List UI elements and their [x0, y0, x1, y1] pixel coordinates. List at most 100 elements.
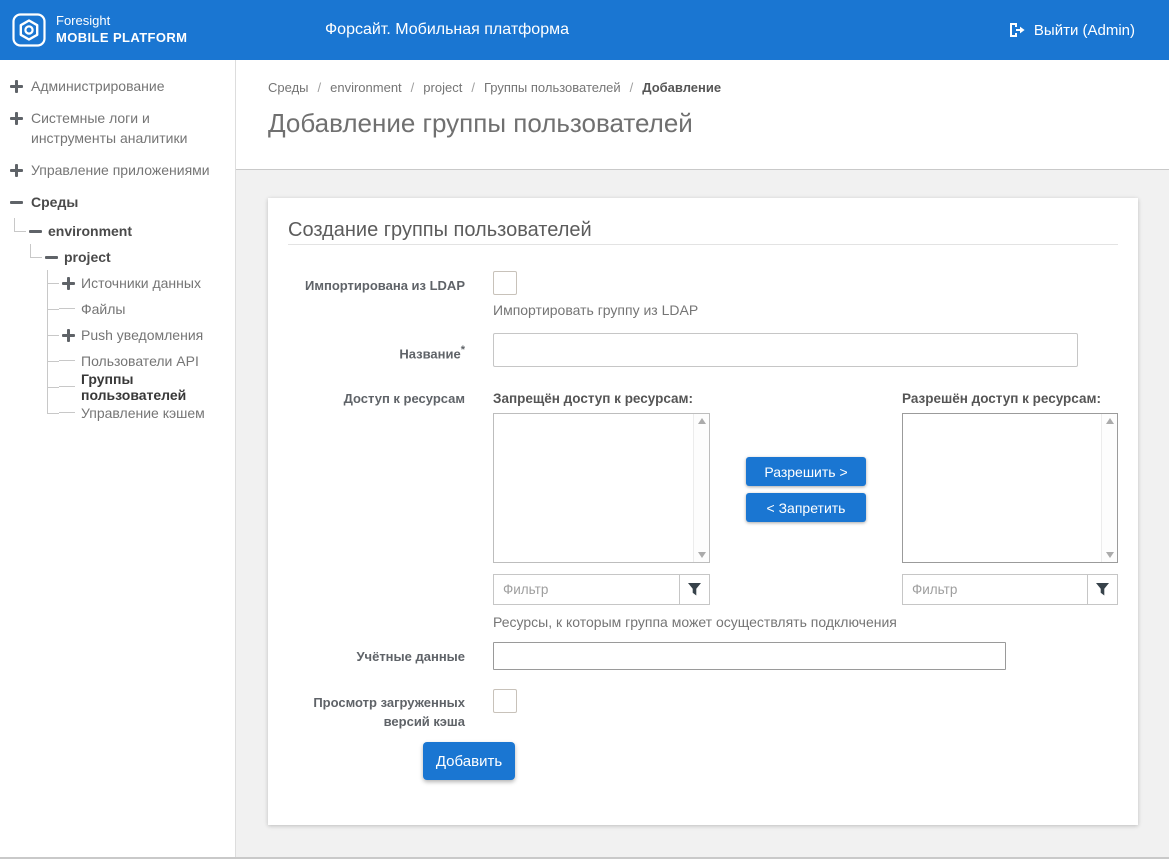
scroll-up-icon[interactable] — [1106, 418, 1114, 424]
collapse-minus-icon[interactable] — [45, 251, 58, 264]
tree-connector — [47, 270, 59, 296]
name-label: Название* — [288, 333, 465, 367]
collapse-minus-icon[interactable] — [10, 196, 23, 209]
sidebar-item-app-management[interactable]: Управление приложениями — [0, 154, 235, 186]
resource-access-helper: Ресурсы, к которым группа может осуществ… — [493, 614, 1118, 630]
tree-connector-line — [59, 400, 75, 426]
resource-access-label: Доступ к ресурсам — [288, 390, 465, 630]
deny-button[interactable]: < Запретить — [746, 493, 866, 522]
sidebar-item-environment[interactable]: environment — [0, 218, 235, 244]
expand-plus-icon[interactable] — [10, 80, 23, 93]
sidebar-item-environments[interactable]: Среды — [0, 186, 235, 218]
required-asterisk: * — [461, 344, 465, 356]
sidebar-item-system-logs[interactable]: Системные логи и инструменты аналитики — [0, 102, 235, 154]
tree-connector — [47, 296, 59, 322]
cache-view-label: Просмотр загруженных версий кэша — [288, 689, 465, 731]
sidebar-item-label: Системные логи и инструменты аналитики — [31, 108, 225, 148]
sidebar-item-label: Источники данных — [81, 275, 201, 291]
scroll-up-icon[interactable] — [698, 418, 706, 424]
allowed-resources-column: Разрешён доступ к ресурсам: — [902, 390, 1118, 605]
breadcrumb-separator: / — [630, 80, 634, 95]
sidebar-item-label: Управление кэшем — [81, 405, 205, 421]
tree-connector — [47, 374, 59, 400]
expand-plus-icon[interactable] — [62, 329, 75, 342]
page-title: Добавление группы пользователей — [268, 108, 1169, 139]
sidebar-item-label: project — [64, 249, 111, 265]
expand-plus-icon[interactable] — [10, 112, 23, 125]
expand-plus-icon[interactable] — [62, 277, 75, 290]
breadcrumb-item: Добавление — [642, 80, 721, 95]
denied-filter-button[interactable] — [679, 574, 710, 605]
scroll-down-icon[interactable] — [1106, 552, 1114, 558]
tree-connector-line — [59, 296, 75, 322]
credentials-label: Учётные данные — [288, 642, 465, 670]
app-window: Foresight MOBILE PLATFORM Форсайт. Мобил… — [0, 0, 1169, 859]
sidebar-item-label: Среды — [31, 192, 78, 212]
scroll-down-icon[interactable] — [698, 552, 706, 558]
sidebar-item-files[interactable]: Файлы — [0, 296, 235, 322]
tree-connector — [14, 218, 26, 244]
allowed-resources-list[interactable] — [903, 414, 1101, 562]
sidebar-item-data-sources[interactable]: Источники данных — [0, 270, 235, 296]
name-input[interactable] — [493, 333, 1078, 367]
tree-connector — [47, 322, 59, 348]
ldap-helper-text: Импортировать группу из LDAP — [493, 302, 1118, 318]
denied-listbox-scrollbar[interactable] — [693, 414, 709, 562]
nav-tree: Администрирование Системные логи и инстру… — [0, 70, 235, 426]
add-button[interactable]: Добавить — [423, 742, 515, 780]
create-group-card: Создание группы пользователей Импортиров… — [268, 198, 1138, 825]
expand-plus-icon[interactable] — [10, 164, 23, 177]
sidebar-item-label: Управление приложениями — [31, 160, 210, 180]
allowed-filter-button[interactable] — [1087, 574, 1118, 605]
collapse-minus-icon[interactable] — [29, 225, 42, 238]
tree-connector-line — [59, 348, 75, 374]
logout-button[interactable]: Выйти (Admin) — [1008, 0, 1135, 60]
sidebar-item-cache-management[interactable]: Управление кэшем — [0, 400, 235, 426]
page-header-band: Среды / environment / project / Группы пользов… — [236, 60, 1169, 170]
app-title: Форсайт. Мобильная платформа — [325, 0, 569, 60]
sidebar-item-push-notifications[interactable]: Push уведомления — [0, 322, 235, 348]
brand: Foresight MOBILE PLATFORM — [12, 13, 187, 47]
ldap-row: Импортирована из LDAP Импортировать груп… — [288, 271, 1118, 318]
brand-line2: MOBILE PLATFORM — [56, 30, 187, 47]
sidebar-nav: Администрирование Системные логи и инстру… — [0, 60, 236, 859]
filter-funnel-icon — [1096, 583, 1109, 596]
allowed-listbox-scrollbar[interactable] — [1101, 414, 1117, 562]
sidebar-item-label: environment — [48, 223, 132, 239]
breadcrumb-item[interactable]: Группы пользователей — [484, 80, 621, 95]
name-row: Название* — [288, 333, 1118, 367]
sidebar-item-user-groups[interactable]: Группы пользователей — [0, 374, 235, 400]
denied-resources-column: Запрещён доступ к ресурсам: — [493, 390, 710, 605]
allow-button[interactable]: Разрешить > — [746, 457, 866, 486]
denied-filter-input[interactable] — [493, 574, 679, 605]
denied-resources-list[interactable] — [494, 414, 693, 562]
credentials-input[interactable] — [493, 642, 1006, 670]
denied-resources-label: Запрещён доступ к ресурсам: — [493, 390, 710, 407]
breadcrumb-separator: / — [318, 80, 322, 95]
ldap-checkbox[interactable] — [493, 271, 517, 295]
filter-funnel-icon — [688, 583, 701, 596]
breadcrumb-separator: / — [471, 80, 475, 95]
allowed-filter-input[interactable] — [902, 574, 1087, 605]
logout-icon — [1008, 22, 1025, 38]
card-title: Создание группы пользователей — [288, 218, 1118, 245]
cache-view-checkbox[interactable] — [493, 689, 517, 713]
sidebar-item-label: Файлы — [81, 301, 125, 317]
denied-resources-listbox[interactable] — [493, 413, 710, 563]
breadcrumb-item[interactable]: environment — [330, 80, 402, 95]
breadcrumb-item[interactable]: Среды — [268, 80, 309, 95]
logout-label: Выйти (Admin) — [1034, 22, 1135, 39]
sidebar-item-label: Группы пользователей — [81, 371, 235, 403]
tree-connector — [30, 244, 42, 270]
allowed-resources-label: Разрешён доступ к ресурсам: — [902, 390, 1118, 407]
page-body: Создание группы пользователей Импортиров… — [236, 170, 1169, 859]
allowed-resources-listbox[interactable] — [902, 413, 1118, 563]
breadcrumb-item[interactable]: project — [423, 80, 462, 95]
tree-connector-line — [59, 374, 75, 400]
sidebar-item-label: Администрирование — [31, 76, 165, 96]
app-header: Foresight MOBILE PLATFORM Форсайт. Мобил… — [0, 0, 1169, 60]
sidebar-item-label: Пользователи API — [81, 353, 199, 369]
sidebar-item-project[interactable]: project — [0, 244, 235, 270]
sidebar-item-administration[interactable]: Администрирование — [0, 70, 235, 102]
transfer-buttons: Разрешить > < Запретить — [710, 390, 902, 605]
